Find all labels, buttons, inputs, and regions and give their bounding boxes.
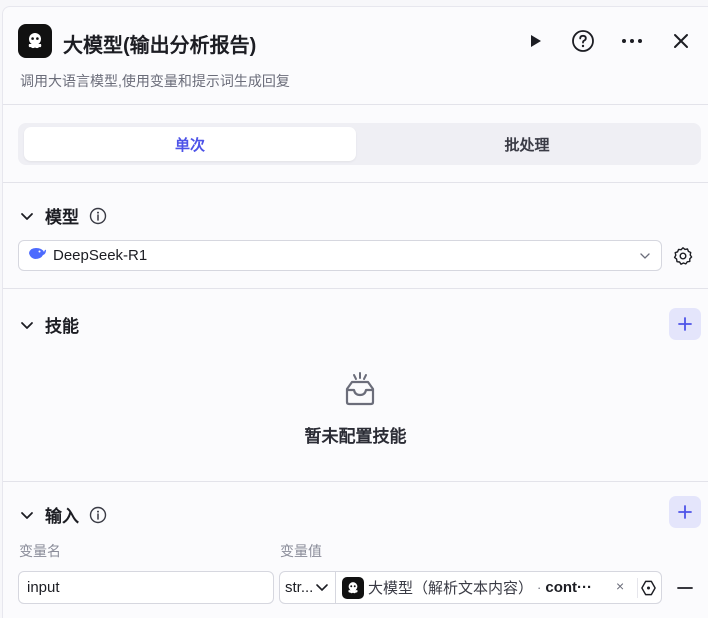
add-input-button[interactable] [669,496,701,528]
reference-node-name: 大模型（解析文本内容） [368,580,534,597]
chevron-down-icon[interactable] [19,208,35,224]
node-logo-icon [18,24,52,58]
model-section-title: 模型 [45,208,79,227]
reference-field-name: cont··· [545,579,593,596]
deepseek-logo-icon [27,245,47,266]
divider [3,481,708,482]
chevron-down-icon [639,249,651,267]
run-mode-tabs: 单次 批处理 [18,123,701,165]
skills-section-header: 技能 [19,312,79,337]
node-config-panel: 大模型(输出分析报告) 调用大语言模型,使用变量和提示词生成回复 单次 批处理 [2,6,708,618]
node-description: 调用大语言模型,使用变量和提示词生成回复 [20,73,290,89]
tab-batch[interactable]: 批处理 [358,127,696,161]
chevron-down-icon[interactable] [19,507,35,523]
info-icon[interactable] [89,207,107,225]
model-name: DeepSeek-R1 [53,247,148,264]
input-section-title: 输入 [45,507,79,526]
variable-value-field: str... 大模型（解析文本内容） · cont··· × [279,571,662,604]
skills-section-title: 技能 [45,317,79,336]
chevron-down-icon [315,580,329,598]
close-icon[interactable] [667,27,695,55]
variable-type-label: str... [285,579,314,596]
variable-reference-tag[interactable]: 大模型（解析文本内容） · cont··· [342,575,632,600]
node-logo-icon [342,576,364,599]
clear-reference-icon[interactable]: × [616,578,624,594]
add-skill-button[interactable] [669,308,701,340]
play-icon[interactable] [521,27,549,55]
variable-name-input[interactable] [18,571,274,604]
help-icon[interactable] [569,27,597,55]
column-label-var-value: 变量值 [280,543,322,559]
input-section-header: 输入 [19,502,107,527]
divider [3,288,708,289]
node-title: 大模型(输出分析报告) [63,35,257,57]
model-section-header: 模型 [19,203,107,228]
variable-type-select[interactable]: str... [280,572,336,603]
reference-separator: · [537,580,542,595]
variable-picker-icon[interactable] [637,578,657,598]
column-label-var-name: 变量名 [19,543,61,559]
tab-single[interactable]: 单次 [24,127,356,161]
remove-input-button[interactable] [673,577,697,599]
divider [3,182,708,183]
model-settings-gear-icon[interactable] [671,244,695,268]
more-icon[interactable] [618,27,646,55]
model-select[interactable]: DeepSeek-R1 [18,240,662,271]
skills-empty-text: 暂未配置技能 [304,427,407,446]
chevron-down-icon[interactable] [19,317,35,333]
panel-header: 大模型(输出分析报告) 调用大语言模型,使用变量和提示词生成回复 [3,7,708,105]
empty-inbox-icon [341,371,379,414]
info-icon[interactable] [89,506,107,524]
